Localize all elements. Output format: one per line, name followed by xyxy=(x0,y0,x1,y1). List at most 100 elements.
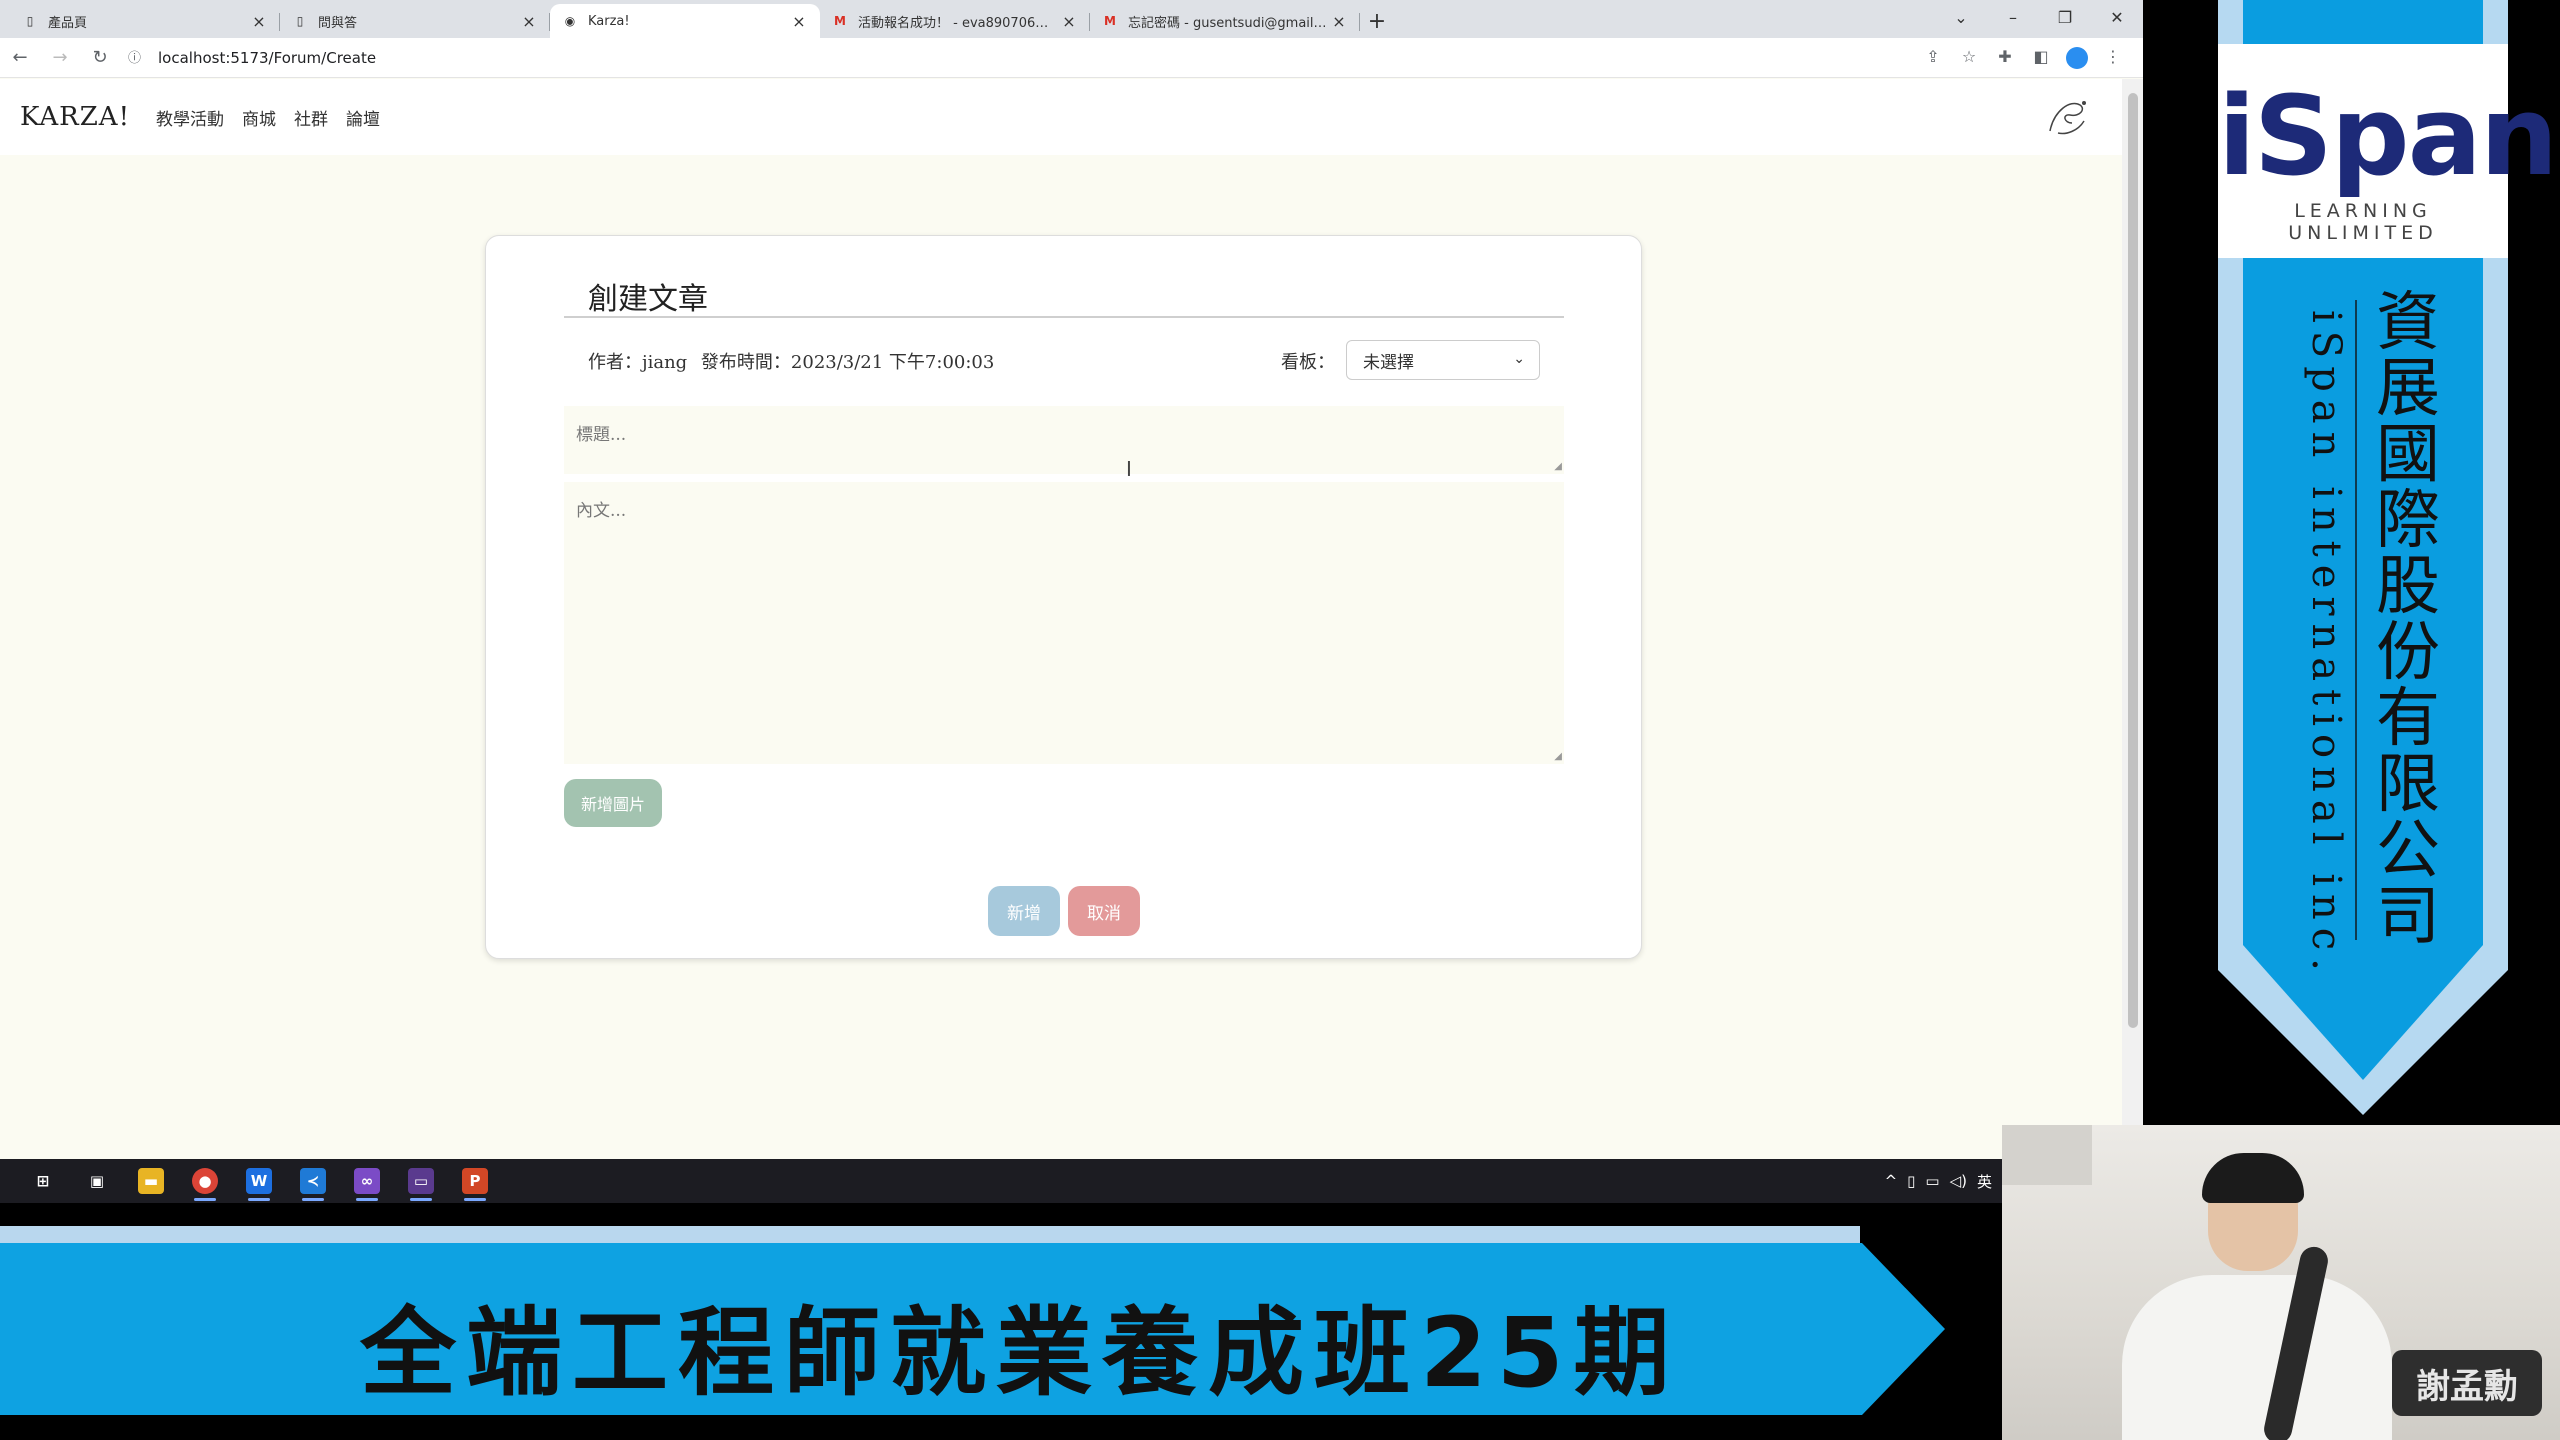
nav-link-activities[interactable]: 教學活動 xyxy=(156,105,224,130)
webstorm-icon: W xyxy=(246,1168,272,1194)
page-title: 創建文章 xyxy=(588,282,708,317)
tab-search-icon[interactable]: ⌄ xyxy=(1935,8,1987,27)
presenter-body xyxy=(2122,1275,2392,1440)
site-header: KARZA! 教學活動 商城 社群 論壇 xyxy=(0,79,2122,155)
input-language[interactable]: 英 xyxy=(1977,1171,1992,1192)
restore-icon[interactable]: ❐ xyxy=(2039,8,2091,27)
body-textarea[interactable]: 內文... ◢ xyxy=(564,482,1564,764)
browser-window: ▯ 產品頁 × ▯ 問與答 × ◉ Karza! × M 活動報名成功！ - e… xyxy=(0,0,2143,1203)
close-icon[interactable]: × xyxy=(520,12,538,31)
ribbon-divider xyxy=(2355,300,2357,940)
url-text: localhost:5173/Forum/Create xyxy=(158,48,377,67)
scrollbar-thumb[interactable] xyxy=(2128,93,2138,1028)
post-meta: 作者：jiang 發布時間：2023/3/21 下午7:00:03 xyxy=(588,348,1002,374)
windows-icon: ⊞ xyxy=(36,1172,50,1190)
network-icon[interactable]: ▭ xyxy=(1925,1172,1939,1190)
chrome-icon: ● xyxy=(192,1168,218,1194)
nav-link-forum[interactable]: 論壇 xyxy=(346,105,380,130)
chevron-up-icon[interactable]: ^ xyxy=(1885,1172,1898,1190)
reload-icon[interactable]: ↻ xyxy=(80,47,120,68)
logo-wordmark: iSpan xyxy=(2218,72,2558,200)
battery-icon[interactable]: ▯ xyxy=(1907,1172,1915,1190)
board-selected-value: 未選擇 xyxy=(1363,352,1414,373)
tab-strip: ▯ 產品頁 × ▯ 問與答 × ◉ Karza! × M 活動報名成功！ - e… xyxy=(0,0,2143,38)
karza-favicon-icon: ◉ xyxy=(564,14,576,28)
address-bar[interactable]: ⓘ localhost:5173/Forum/Create xyxy=(128,43,1915,73)
taskbar-chrome[interactable]: ● xyxy=(178,1159,232,1203)
extensions-icon[interactable]: ✚ xyxy=(1987,47,2023,69)
tab-qa[interactable]: ▯ 問與答 × xyxy=(280,4,550,38)
title-placeholder: 標題... xyxy=(576,425,627,445)
nav-link-shop[interactable]: 商城 xyxy=(242,105,276,130)
bookmark-star-icon[interactable]: ☆ xyxy=(1951,47,1987,69)
task-view-icon: ▣ xyxy=(89,1172,105,1190)
publish-time-text: 發布時間：2023/3/21 下午7:00:03 xyxy=(700,352,995,373)
share-icon[interactable]: ⇪ xyxy=(1915,47,1951,69)
ispan-logo: iSpan LEARNING UNLIMITED xyxy=(2218,44,2558,258)
taskbar-explorer[interactable]: ▬ xyxy=(124,1159,178,1203)
tab-product[interactable]: ▯ 產品頁 × xyxy=(10,4,280,38)
side-panel-icon[interactable]: ◧ xyxy=(2023,47,2059,69)
presenter-hair xyxy=(2202,1153,2304,1203)
address-toolbar: ← → ↻ ⓘ localhost:5173/Forum/Create ⇪ ☆ … xyxy=(0,38,2143,78)
taskbar-visual-studio[interactable]: ∞ xyxy=(340,1159,394,1203)
board-select[interactable]: 未選擇 ⌄ xyxy=(1346,340,1540,380)
menu-icon[interactable]: ⋮ xyxy=(2095,47,2131,69)
tab-label: Karza! xyxy=(588,13,630,29)
new-tab-button[interactable]: + xyxy=(1360,4,1394,38)
system-tray: ^ ▯ ▭ ◁) 英 xyxy=(1875,1159,1992,1203)
terminal-icon: ▭ xyxy=(408,1168,434,1194)
gmail-icon: M xyxy=(834,14,846,28)
course-banner: 全端工程師就業養成班25期 xyxy=(0,1203,2002,1440)
ispan-ribbon: iSpan LEARNING UNLIMITED iSpan internati… xyxy=(2143,0,2560,1125)
resize-grip-icon[interactable]: ◢ xyxy=(1554,751,1562,762)
cancel-button[interactable]: 取消 xyxy=(1068,886,1140,936)
start-button[interactable]: ⊞ xyxy=(16,1159,70,1203)
tab-label: 忘記密碼 - gusentsudi@gmail.com xyxy=(1128,15,1330,31)
page-scrollbar[interactable] xyxy=(2122,79,2143,1203)
text-cursor-icon: Ι xyxy=(1126,457,1132,481)
close-icon[interactable]: × xyxy=(1060,12,1078,31)
company-name-cn: 資展國際股份有限公司 xyxy=(2376,286,2440,954)
body-placeholder: 內文... xyxy=(576,501,627,521)
taskbar-powerpoint[interactable]: P xyxy=(448,1159,502,1203)
task-view-button[interactable]: ▣ xyxy=(70,1159,124,1203)
forward-icon[interactable]: → xyxy=(40,47,80,68)
title-input[interactable]: 標題... ◢ xyxy=(564,406,1564,474)
chevron-down-icon: ⌄ xyxy=(1513,351,1525,367)
powerpoint-icon: P xyxy=(462,1168,488,1194)
close-icon[interactable]: × xyxy=(790,12,808,31)
volume-icon[interactable]: ◁) xyxy=(1950,1172,1967,1190)
nav-link-community[interactable]: 社群 xyxy=(294,105,328,130)
tab-label: 活動報名成功！ - eva890706@gmail.com xyxy=(858,15,1060,31)
tab-karza[interactable]: ◉ Karza! × xyxy=(550,4,820,38)
tab-gmail-signup[interactable]: M 活動報名成功！ - eva890706@gmail.com × xyxy=(820,4,1090,38)
resize-grip-icon[interactable]: ◢ xyxy=(1554,461,1562,472)
tab-label: 問與答 xyxy=(318,15,358,31)
page-icon: ▯ xyxy=(26,14,34,28)
submit-button[interactable]: 新增 xyxy=(988,886,1060,936)
close-window-icon[interactable]: ✕ xyxy=(2091,8,2143,27)
title-divider xyxy=(564,316,1564,318)
tab-gmail-password[interactable]: M 忘記密碼 - gusentsudi@gmail.com × xyxy=(1090,4,1360,38)
taskbar-terminal[interactable]: ▭ xyxy=(394,1159,448,1203)
add-image-button[interactable]: 新增圖片 xyxy=(564,779,662,827)
tab-label: 產品頁 xyxy=(48,15,88,31)
back-icon[interactable]: ← xyxy=(0,47,40,68)
vscode-icon: ≺ xyxy=(300,1168,326,1194)
profile-avatar-icon[interactable] xyxy=(2066,46,2088,69)
user-avatar-icon[interactable] xyxy=(2040,91,2092,143)
close-icon[interactable]: × xyxy=(1330,12,1348,31)
create-post-card: 創建文章 作者：jiang 發布時間：2023/3/21 下午7:00:03 看… xyxy=(485,235,1642,959)
taskbar-vscode[interactable]: ≺ xyxy=(286,1159,340,1203)
close-icon[interactable]: × xyxy=(250,12,268,31)
brand-logo[interactable]: KARZA! xyxy=(20,102,130,132)
logo-tagline: LEARNING UNLIMITED xyxy=(2288,200,2438,244)
site-info-icon[interactable]: ⓘ xyxy=(128,47,150,69)
taskbar-webstorm[interactable]: W xyxy=(232,1159,286,1203)
board-label: 看板： xyxy=(1281,352,1335,373)
minimize-icon[interactable]: – xyxy=(1987,8,2039,27)
window-controls: ⌄ – ❐ ✕ xyxy=(1935,0,2143,34)
folder-icon: ▬ xyxy=(138,1168,164,1194)
gmail-icon: M xyxy=(1104,14,1116,28)
